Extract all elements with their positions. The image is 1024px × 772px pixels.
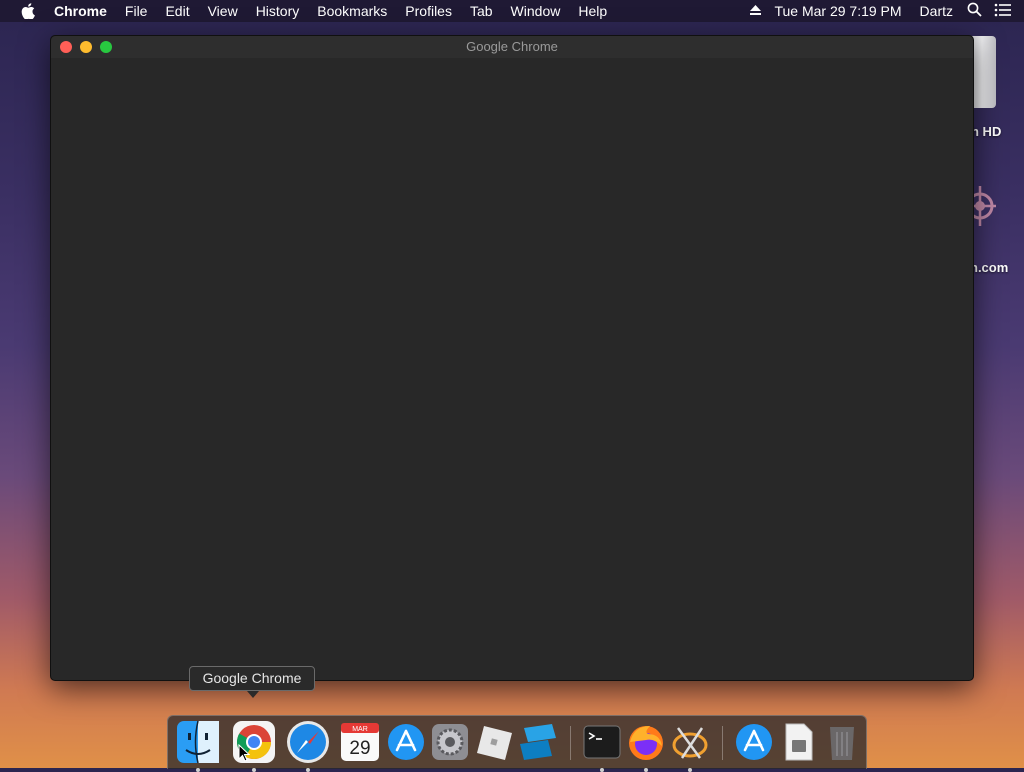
menu-bar: Chrome File Edit View History Bookmarks … <box>0 0 1024 22</box>
menu-help[interactable]: Help <box>578 3 607 19</box>
menu-app-name[interactable]: Chrome <box>54 3 107 19</box>
app-store-folder-icon[interactable] <box>732 720 776 764</box>
menu-profiles[interactable]: Profiles <box>405 3 452 19</box>
roblox-studio-icon[interactable] <box>516 720 560 764</box>
dock-separator <box>570 726 571 760</box>
menu-view[interactable]: View <box>208 3 238 19</box>
running-indicator <box>306 768 310 772</box>
running-indicator <box>644 768 648 772</box>
minimize-window-button[interactable] <box>80 41 92 53</box>
menu-user[interactable]: Dartz <box>920 3 953 19</box>
dock-tooltip: Google Chrome <box>189 666 315 698</box>
close-window-button[interactable] <box>60 41 72 53</box>
window-title: Google Chrome <box>466 39 558 54</box>
chrome-window: Google Chrome <box>50 35 974 681</box>
running-indicator <box>196 768 200 772</box>
menu-file[interactable]: File <box>125 3 148 19</box>
finder-icon[interactable] <box>176 720 220 772</box>
file-icon[interactable] <box>776 720 820 764</box>
notification-center-icon[interactable] <box>994 3 1012 20</box>
running-indicator <box>688 768 692 772</box>
calendar-icon[interactable]: MAR 29 <box>338 720 382 764</box>
apple-menu-icon[interactable] <box>18 0 38 22</box>
menu-clock[interactable]: Tue Mar 29 7:19 PM <box>774 3 901 19</box>
trash-icon[interactable] <box>820 720 864 764</box>
menu-history[interactable]: History <box>256 3 300 19</box>
menu-tab[interactable]: Tab <box>470 3 493 19</box>
safari-icon[interactable] <box>286 720 330 772</box>
dock: MAR 29 <box>167 715 867 772</box>
calendar-month: MAR <box>352 726 368 733</box>
eject-icon[interactable] <box>749 3 762 19</box>
menu-edit[interactable]: Edit <box>165 3 189 19</box>
spotlight-search-icon[interactable] <box>967 2 982 20</box>
calendar-day: 29 <box>349 738 370 759</box>
desktop-icon-label-com[interactable]: n.com <box>970 260 1008 275</box>
app-store-icon[interactable] <box>384 720 428 764</box>
system-preferences-icon[interactable] <box>428 720 472 764</box>
window-titlebar[interactable]: Google Chrome <box>51 36 973 58</box>
roblox-icon[interactable] <box>472 720 516 764</box>
desktop-icon-label-hd[interactable]: h HD <box>971 124 1001 139</box>
mouse-cursor-icon <box>238 744 250 762</box>
running-indicator <box>252 768 256 772</box>
menu-bookmarks[interactable]: Bookmarks <box>317 3 387 19</box>
firefox-icon[interactable] <box>624 720 668 772</box>
xcode-like-icon[interactable] <box>668 720 712 772</box>
maximize-window-button[interactable] <box>100 41 112 53</box>
running-indicator <box>600 768 604 772</box>
menu-window[interactable]: Window <box>511 3 561 19</box>
terminal-icon[interactable] <box>580 720 624 772</box>
status-area: Tue Mar 29 7:19 PM Dartz <box>749 0 1024 22</box>
window-content <box>51 58 973 678</box>
dock-separator <box>722 726 723 760</box>
